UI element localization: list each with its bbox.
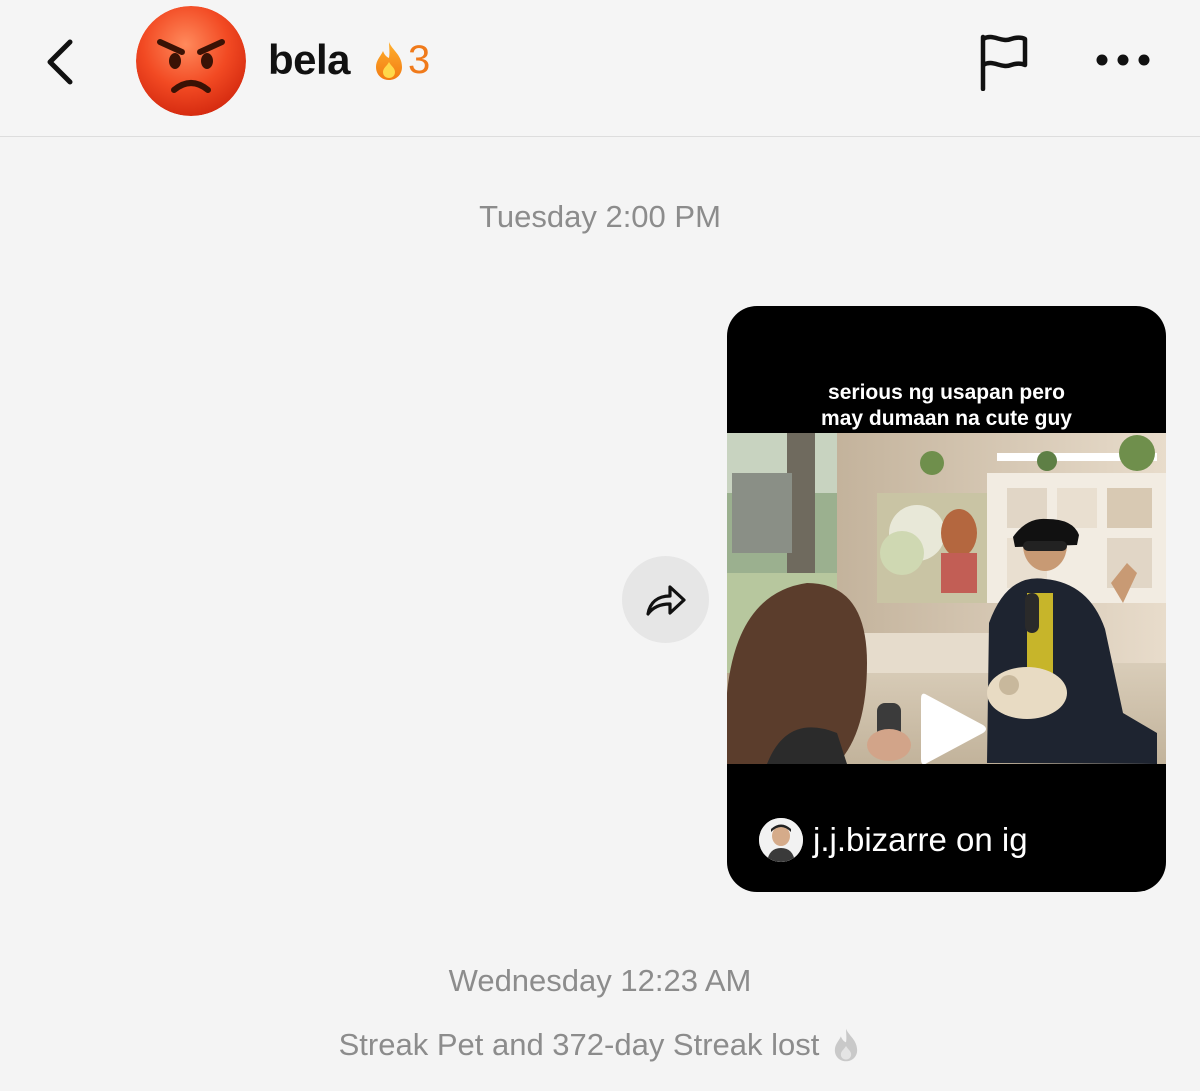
contact-name[interactable]: bela xyxy=(268,36,351,84)
flag-icon xyxy=(980,34,1028,91)
video-source[interactable]: j.j.bizarre on ig xyxy=(759,818,1028,862)
streak-lost-text: Streak Pet and 372-day Streak lost xyxy=(338,1027,820,1062)
video-thumbnail xyxy=(727,433,1166,764)
chevron-left-icon xyxy=(47,39,73,85)
video-source-label: j.j.bizarre on ig xyxy=(813,821,1028,858)
source-avatar-image xyxy=(759,818,803,862)
chat-header: bela 3 xyxy=(0,0,1200,137)
share-button[interactable] xyxy=(622,556,709,643)
video-caption: serious ng usapan pero may dumaan na cut… xyxy=(727,380,1166,432)
video-caption-line: may dumaan na cute guy xyxy=(821,407,1072,430)
message-timestamp: Tuesday 2:00 PM xyxy=(479,199,721,234)
message-timestamp: Wednesday 12:23 AM xyxy=(448,963,752,998)
grey-fire-icon xyxy=(835,1028,858,1062)
report-button[interactable] xyxy=(970,28,1036,94)
angry-face-emoji xyxy=(136,6,246,116)
contact-avatar[interactable] xyxy=(136,6,246,116)
ellipsis-icon xyxy=(1096,54,1150,66)
streak-lost-message: Streak Pet and 372-day Streak lost xyxy=(0,1027,1200,1063)
video-caption-line: serious ng usapan pero xyxy=(828,381,1065,404)
chat-screen: bela 3 Tuesday 2:00 PM serious ng usapan… xyxy=(0,0,1200,1091)
share-arrow-icon xyxy=(645,584,686,616)
source-avatar xyxy=(759,818,803,862)
fire-icon xyxy=(376,41,402,80)
streak-count: 3 xyxy=(408,38,431,82)
play-icon[interactable] xyxy=(917,689,989,764)
streak-indicator: 3 xyxy=(372,38,430,83)
more-options-button[interactable] xyxy=(1090,40,1156,80)
shared-video-card[interactable]: serious ng usapan pero may dumaan na cut… xyxy=(727,306,1166,892)
back-button[interactable] xyxy=(30,32,90,92)
